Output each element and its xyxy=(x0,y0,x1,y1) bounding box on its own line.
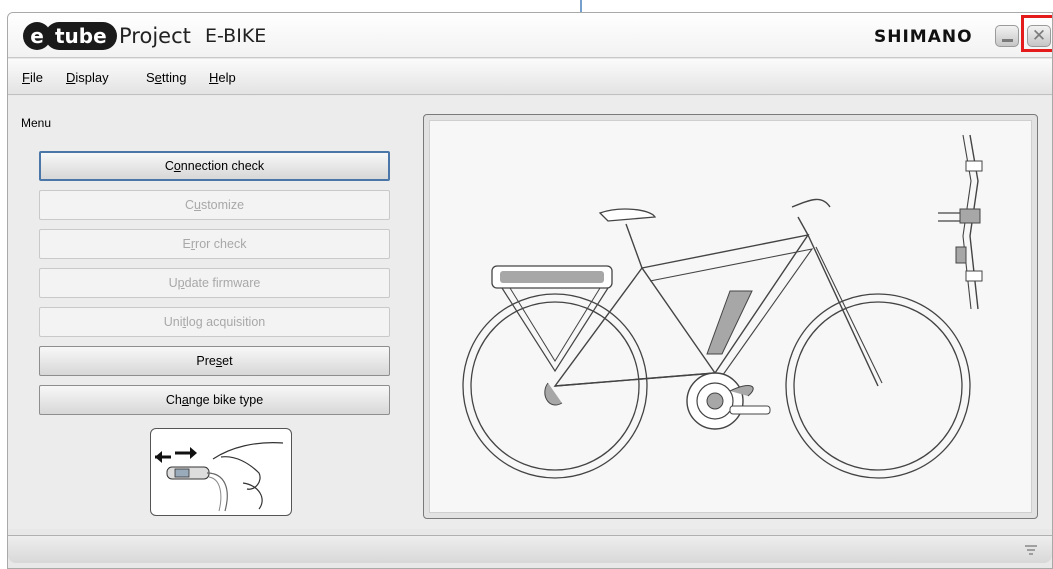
menu-display-label: isplay xyxy=(75,70,109,85)
change-bike-type-button[interactable]: Ch a nge bike type xyxy=(39,385,390,415)
shimano-brand-logo: SHIMANO xyxy=(874,27,973,47)
connection-check-button[interactable]: Co nnection check xyxy=(39,151,390,181)
menu-section-label: Menu xyxy=(21,116,52,130)
customize-button[interactable]: Cu stomize xyxy=(39,190,390,220)
update-firmware-label: date firmware xyxy=(184,276,261,290)
preset-label: et xyxy=(222,354,233,368)
customize-label: stomize xyxy=(200,198,245,212)
menu-setting-pre: S xyxy=(146,70,155,85)
menu-file[interactable]: File xyxy=(22,70,43,85)
unit-log-label: log acquisition xyxy=(186,315,266,329)
menu-file-label: ile xyxy=(29,70,43,85)
menu-file-mnemonic: F xyxy=(22,70,30,85)
unit-log-acquisition-button[interactable]: Uni t log acquisition xyxy=(39,307,390,337)
menu-setting[interactable]: Setting xyxy=(146,70,186,85)
main-panel: Menu Co nnection check Cu stomize Er ror ch… xyxy=(8,96,1052,529)
title-bar: e tube Project E-BIKE SHIMANO ✕ xyxy=(8,13,1052,58)
menu-bar: File Display Setting Help xyxy=(8,59,1052,95)
shifter-switch-icon xyxy=(155,442,284,512)
preset-pre: Pre xyxy=(196,354,216,368)
error-check-label: ror check xyxy=(195,237,247,251)
minimize-icon[interactable] xyxy=(995,25,1019,47)
status-bar xyxy=(8,535,1052,563)
menu-setting-mnemonic: e xyxy=(154,70,162,85)
app-title: Project xyxy=(119,24,191,48)
customize-pre: C xyxy=(184,198,194,212)
app-window: e tube Project E-BIKE SHIMANO ✕ File Dis… xyxy=(7,12,1053,569)
customize-mnemonic: u xyxy=(194,198,201,212)
connection-check-mnemonic: o xyxy=(173,159,181,173)
change-bike-type-label: nge bike type xyxy=(188,393,264,407)
bike-preview-panel xyxy=(423,114,1038,519)
update-firmware-button[interactable]: Up date firmware xyxy=(39,268,390,298)
change-bike-type-pre: Ch xyxy=(165,393,182,407)
app-mode-label: E-BIKE xyxy=(205,25,267,47)
logo-tube-badge: tube xyxy=(45,22,117,50)
resize-grip-icon[interactable] xyxy=(1024,544,1038,559)
error-check-button[interactable]: Er ror check xyxy=(39,229,390,259)
menu-help[interactable]: Help xyxy=(209,70,236,85)
update-firmware-pre: U xyxy=(168,276,178,290)
preset-button[interactable]: Pre s et xyxy=(39,346,390,376)
update-firmware-mnemonic: p xyxy=(177,276,185,290)
menu-setting-label: tting xyxy=(161,70,187,85)
bike-preview-canvas xyxy=(429,120,1032,513)
menu-help-label: elp xyxy=(218,70,236,85)
connection-check-pre: C xyxy=(164,159,174,173)
close-highlight-annotation xyxy=(1021,15,1052,52)
unit-log-pre: Uni xyxy=(163,315,183,329)
etube-logo: e tube xyxy=(23,21,117,51)
menu-display-mnemonic: D xyxy=(66,70,76,85)
connection-check-label: nnection check xyxy=(180,159,265,173)
error-check-pre: E xyxy=(182,237,191,251)
shifter-switch-thumbnail xyxy=(150,428,292,516)
change-bike-type-mnemonic: a xyxy=(181,393,189,407)
menu-help-mnemonic: H xyxy=(209,70,219,85)
e-bike-diagram xyxy=(462,134,983,479)
menu-display[interactable]: Display xyxy=(66,70,109,85)
